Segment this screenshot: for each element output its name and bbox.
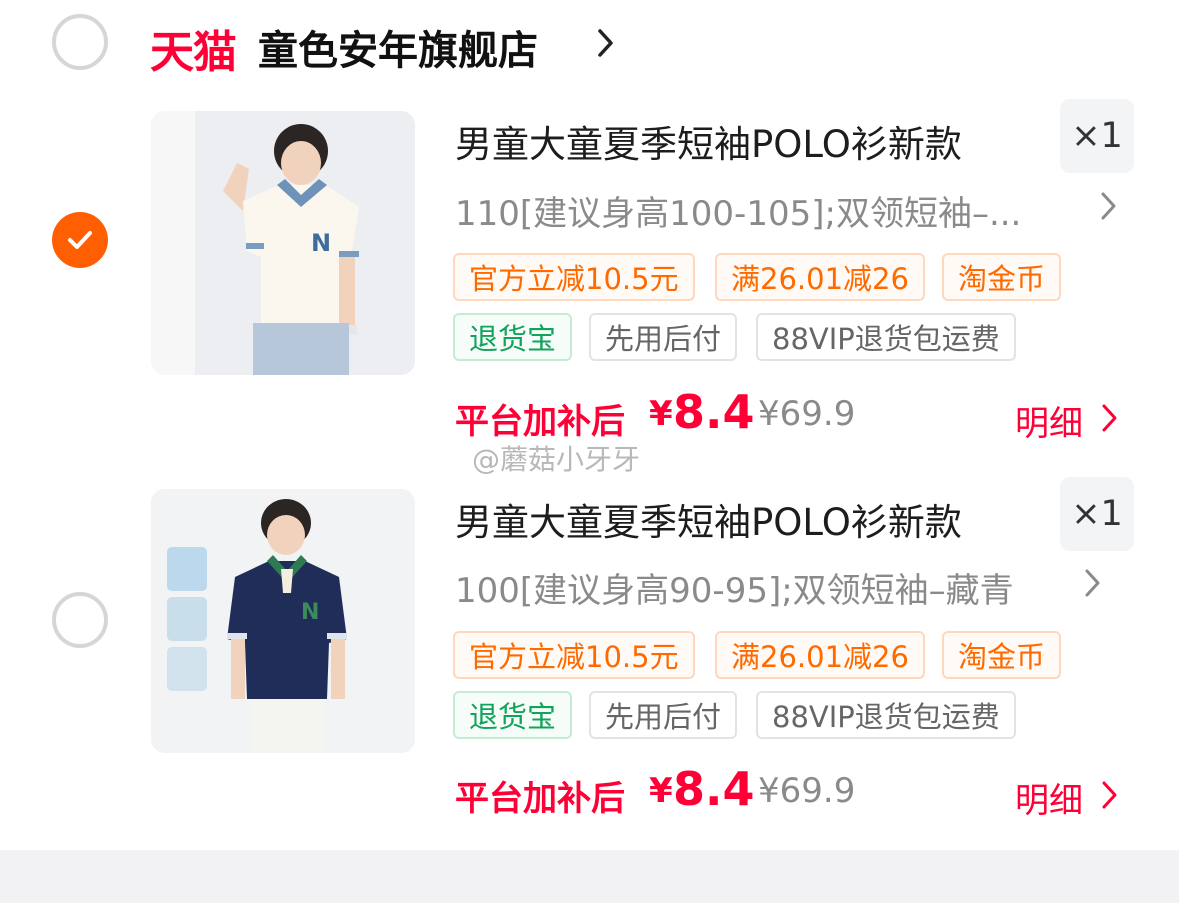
item-1-tag-official-discount: 官方立减10.5元: [453, 253, 695, 301]
item-2-tag-full-reduction: 满26.01减26: [715, 631, 925, 679]
item-1-sku-chevron-icon[interactable]: [1100, 190, 1118, 222]
item-2-tag-return-insurance: 退货宝: [453, 691, 573, 739]
item-1-quantity-box[interactable]: ×1: [1060, 99, 1134, 173]
item-1-tag-full-reduction: 满26.01减26: [715, 253, 925, 301]
item-2-sku[interactable]: 100[建议身高90-95];双领短袖–藏青: [455, 563, 1014, 612]
item-2-detail-chevron-icon[interactable]: [1101, 779, 1119, 811]
checkmark-icon: [68, 231, 92, 249]
item-1-currency: ¥: [649, 394, 673, 434]
watermark-text: @蘑菇小牙牙: [472, 443, 641, 476]
item-2-tag-taojinbi: 淘金币: [942, 631, 1062, 679]
item-2-title[interactable]: 男童大童夏季短袖POLO衫新款: [455, 492, 962, 546]
item-2-quantity-box[interactable]: ×1: [1060, 477, 1134, 551]
item-1-price-label: 平台加补后: [455, 402, 625, 442]
section-divider: [0, 850, 1179, 903]
svg-text:N: N: [301, 600, 319, 625]
svg-text:N: N: [311, 229, 331, 257]
item-2-product-image[interactable]: N: [151, 489, 415, 753]
item-1-original-price: ¥69.9: [758, 394, 856, 434]
item-2-tag-88vip: 88VIP退货包运费: [756, 691, 1016, 739]
store-name[interactable]: 童色安年旗舰店: [258, 18, 538, 76]
item-1-price: 8.4: [673, 385, 755, 439]
item-2-detail-link[interactable]: 明细: [1015, 773, 1083, 822]
store-chevron-icon[interactable]: [596, 26, 616, 60]
item-2-currency: ¥: [649, 771, 673, 811]
tmall-logo: 天猫: [150, 27, 237, 78]
item-1-tag-88vip: 88VIP退货包运费: [756, 313, 1016, 361]
item-1-tag-pay-later: 先用后付: [589, 313, 738, 361]
item-2-tag-official-discount: 官方立减10.5元: [453, 631, 695, 679]
store-select-radio[interactable]: [52, 14, 108, 70]
item-2-price: 8.4: [673, 762, 755, 816]
feature-badge-icons: [167, 547, 207, 691]
item-2-sku-chevron-icon[interactable]: [1084, 567, 1102, 599]
item-1-select-radio[interactable]: [52, 212, 108, 268]
item-1-tag-return-insurance: 退货宝: [453, 313, 573, 361]
item-1-tag-taojinbi: 淘金币: [942, 253, 1062, 301]
item-1-title[interactable]: 男童大童夏季短袖POLO衫新款: [455, 114, 962, 168]
item-1-sku[interactable]: 110[建议身高100-105];双领短袖–...: [455, 186, 1021, 235]
item-2-tag-pay-later: 先用后付: [589, 691, 738, 739]
item-1-detail-link[interactable]: 明细: [1015, 396, 1083, 445]
item-2-original-price: ¥69.9: [758, 771, 856, 811]
item-1-product-image[interactable]: N: [151, 111, 415, 375]
item-2-price-label: 平台加补后: [455, 779, 625, 819]
item-2-select-radio[interactable]: [52, 592, 108, 648]
item-1-detail-chevron-icon[interactable]: [1101, 402, 1119, 434]
